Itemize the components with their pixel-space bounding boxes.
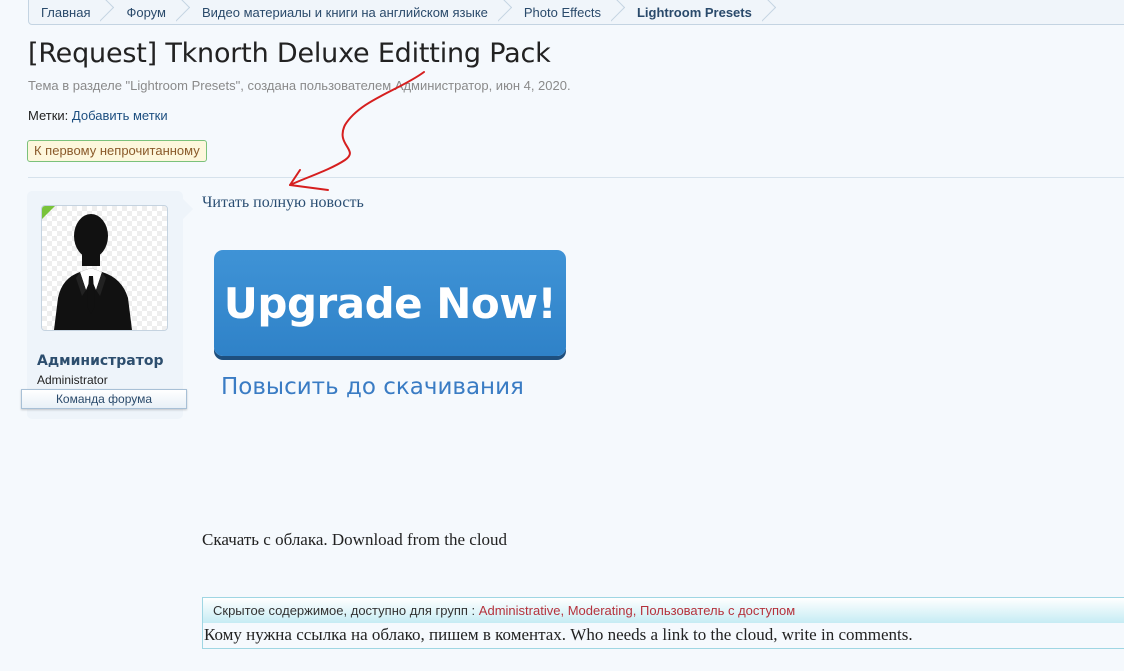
breadcrumb-item-lightroom-presets[interactable]: Lightroom Presets xyxy=(625,0,776,24)
avatar[interactable] xyxy=(41,205,168,331)
first-unread-button[interactable]: К первому непрочитанному xyxy=(27,140,207,162)
hidden-content-box: Скрытое содержимое, доступно для групп :… xyxy=(202,597,1124,649)
breadcrumb-separator-icon xyxy=(611,0,625,24)
page-title: [Request] Tknorth Deluxe Editting Pack xyxy=(28,38,551,69)
user-silhouette-icon xyxy=(42,206,167,330)
group-moderating: Moderating xyxy=(567,603,633,618)
hidden-content-body: Кому нужна ссылка на облако, пишем в ком… xyxy=(204,625,913,644)
divider xyxy=(28,177,1124,178)
breadcrumb-item-home[interactable]: Главная xyxy=(29,0,114,24)
breadcrumb-separator-icon xyxy=(176,0,190,24)
breadcrumb-item-photo-effects[interactable]: Photo Effects xyxy=(512,0,625,24)
tags-label: Метки: xyxy=(28,108,69,123)
user-panel: Администратор Administrator Команда фору… xyxy=(21,191,193,419)
download-text: Скачать с облака. Download from the clou… xyxy=(202,530,508,549)
thread-meta: Тема в разделе "Lightroom Presets", созд… xyxy=(28,78,571,93)
add-tags-link[interactable]: Добавить метки xyxy=(72,108,168,123)
thread-tags: Метки: Добавить метки xyxy=(28,108,168,123)
online-indicator-icon xyxy=(42,206,56,220)
user-name-link[interactable]: Администратор xyxy=(37,353,164,369)
hidden-content-prefix: Скрытое содержимое, доступно для групп : xyxy=(213,603,476,618)
breadcrumb-item-forum[interactable]: Форум xyxy=(114,0,190,24)
user-banner: Команда форума xyxy=(21,389,187,409)
panel-pointer xyxy=(183,199,193,219)
breadcrumb-separator-icon xyxy=(498,0,512,24)
upgrade-now-button[interactable]: Upgrade Now! xyxy=(214,250,566,356)
hidden-content-header: Скрытое содержимое, доступно для групп :… xyxy=(203,598,1124,623)
breadcrumb-item-video-books[interactable]: Видео материалы и книги на английском яз… xyxy=(190,0,512,24)
upgrade-to-download-link[interactable]: Повысить до скачивания xyxy=(221,374,524,400)
group-access-user: Пользователь с доступом xyxy=(639,603,796,618)
group-administrative: Administrative xyxy=(478,603,561,618)
breadcrumb-separator-icon xyxy=(100,0,114,24)
user-title: Administrator xyxy=(37,373,108,387)
breadcrumb: Главная Форум Видео материалы и книги на… xyxy=(28,0,1124,25)
read-full-news-link[interactable]: Читать полную новость xyxy=(202,194,364,212)
breadcrumb-separator-icon xyxy=(762,0,776,24)
